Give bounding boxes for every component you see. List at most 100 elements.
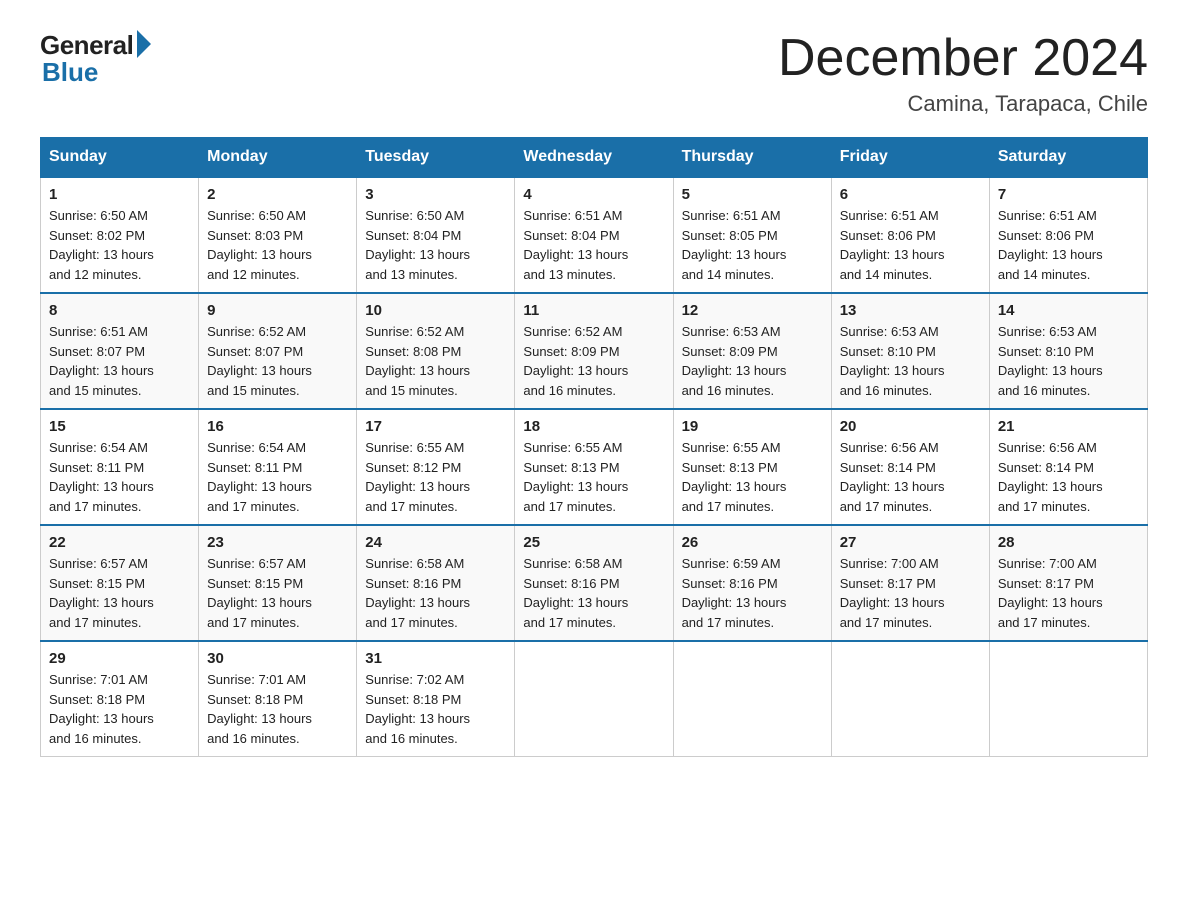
calendar-cell: 3 Sunrise: 6:50 AM Sunset: 8:04 PM Dayli… [357, 177, 515, 293]
day-info: Sunrise: 6:59 AM Sunset: 8:16 PM Dayligh… [682, 554, 823, 632]
calendar-cell: 24 Sunrise: 6:58 AM Sunset: 8:16 PM Dayl… [357, 525, 515, 641]
weekday-header-monday: Monday [199, 138, 357, 178]
day-number: 20 [840, 418, 981, 435]
day-number: 17 [365, 418, 506, 435]
day-number: 22 [49, 534, 190, 551]
day-info: Sunrise: 6:54 AM Sunset: 8:11 PM Dayligh… [207, 438, 348, 516]
day-info: Sunrise: 6:50 AM Sunset: 8:03 PM Dayligh… [207, 206, 348, 284]
calendar-week-row: 15 Sunrise: 6:54 AM Sunset: 8:11 PM Dayl… [41, 409, 1148, 525]
calendar-cell: 28 Sunrise: 7:00 AM Sunset: 8:17 PM Dayl… [989, 525, 1147, 641]
calendar-cell: 13 Sunrise: 6:53 AM Sunset: 8:10 PM Dayl… [831, 293, 989, 409]
calendar-cell: 8 Sunrise: 6:51 AM Sunset: 8:07 PM Dayli… [41, 293, 199, 409]
day-number: 23 [207, 534, 348, 551]
calendar-cell: 11 Sunrise: 6:52 AM Sunset: 8:09 PM Dayl… [515, 293, 673, 409]
calendar-cell: 19 Sunrise: 6:55 AM Sunset: 8:13 PM Dayl… [673, 409, 831, 525]
calendar-cell: 5 Sunrise: 6:51 AM Sunset: 8:05 PM Dayli… [673, 177, 831, 293]
day-number: 6 [840, 186, 981, 203]
calendar-cell: 30 Sunrise: 7:01 AM Sunset: 8:18 PM Dayl… [199, 641, 357, 757]
calendar-week-row: 22 Sunrise: 6:57 AM Sunset: 8:15 PM Dayl… [41, 525, 1148, 641]
day-info: Sunrise: 7:00 AM Sunset: 8:17 PM Dayligh… [998, 554, 1139, 632]
day-info: Sunrise: 6:51 AM Sunset: 8:06 PM Dayligh… [998, 206, 1139, 284]
calendar-cell: 2 Sunrise: 6:50 AM Sunset: 8:03 PM Dayli… [199, 177, 357, 293]
calendar-cell: 18 Sunrise: 6:55 AM Sunset: 8:13 PM Dayl… [515, 409, 673, 525]
day-number: 30 [207, 650, 348, 667]
day-info: Sunrise: 6:54 AM Sunset: 8:11 PM Dayligh… [49, 438, 190, 516]
day-number: 31 [365, 650, 506, 667]
day-number: 13 [840, 302, 981, 319]
day-info: Sunrise: 6:51 AM Sunset: 8:06 PM Dayligh… [840, 206, 981, 284]
day-number: 19 [682, 418, 823, 435]
day-number: 7 [998, 186, 1139, 203]
calendar-cell: 14 Sunrise: 6:53 AM Sunset: 8:10 PM Dayl… [989, 293, 1147, 409]
calendar-week-row: 1 Sunrise: 6:50 AM Sunset: 8:02 PM Dayli… [41, 177, 1148, 293]
day-info: Sunrise: 6:51 AM Sunset: 8:04 PM Dayligh… [523, 206, 664, 284]
day-number: 28 [998, 534, 1139, 551]
calendar-cell: 25 Sunrise: 6:58 AM Sunset: 8:16 PM Dayl… [515, 525, 673, 641]
day-info: Sunrise: 7:01 AM Sunset: 8:18 PM Dayligh… [207, 670, 348, 748]
day-info: Sunrise: 6:55 AM Sunset: 8:13 PM Dayligh… [682, 438, 823, 516]
calendar-cell: 31 Sunrise: 7:02 AM Sunset: 8:18 PM Dayl… [357, 641, 515, 757]
day-info: Sunrise: 6:56 AM Sunset: 8:14 PM Dayligh… [840, 438, 981, 516]
calendar-week-row: 8 Sunrise: 6:51 AM Sunset: 8:07 PM Dayli… [41, 293, 1148, 409]
page-header: General Blue December 2024 Camina, Tarap… [40, 30, 1148, 117]
day-info: Sunrise: 6:56 AM Sunset: 8:14 PM Dayligh… [998, 438, 1139, 516]
day-number: 18 [523, 418, 664, 435]
calendar-cell: 9 Sunrise: 6:52 AM Sunset: 8:07 PM Dayli… [199, 293, 357, 409]
calendar-cell: 20 Sunrise: 6:56 AM Sunset: 8:14 PM Dayl… [831, 409, 989, 525]
day-number: 8 [49, 302, 190, 319]
day-number: 12 [682, 302, 823, 319]
weekday-header-tuesday: Tuesday [357, 138, 515, 178]
day-info: Sunrise: 6:53 AM Sunset: 8:10 PM Dayligh… [840, 322, 981, 400]
day-number: 14 [998, 302, 1139, 319]
weekday-header-sunday: Sunday [41, 138, 199, 178]
day-info: Sunrise: 6:50 AM Sunset: 8:02 PM Dayligh… [49, 206, 190, 284]
weekday-header-thursday: Thursday [673, 138, 831, 178]
day-number: 24 [365, 534, 506, 551]
calendar-title: December 2024 [778, 30, 1148, 87]
day-number: 9 [207, 302, 348, 319]
day-number: 26 [682, 534, 823, 551]
calendar-cell: 27 Sunrise: 7:00 AM Sunset: 8:17 PM Dayl… [831, 525, 989, 641]
logo: General Blue [40, 30, 151, 88]
day-number: 15 [49, 418, 190, 435]
day-number: 3 [365, 186, 506, 203]
day-number: 4 [523, 186, 664, 203]
title-block: December 2024 Camina, Tarapaca, Chile [778, 30, 1148, 117]
calendar-cell: 23 Sunrise: 6:57 AM Sunset: 8:15 PM Dayl… [199, 525, 357, 641]
day-number: 11 [523, 302, 664, 319]
calendar-cell: 21 Sunrise: 6:56 AM Sunset: 8:14 PM Dayl… [989, 409, 1147, 525]
day-info: Sunrise: 6:58 AM Sunset: 8:16 PM Dayligh… [365, 554, 506, 632]
day-info: Sunrise: 6:53 AM Sunset: 8:09 PM Dayligh… [682, 322, 823, 400]
day-info: Sunrise: 6:52 AM Sunset: 8:07 PM Dayligh… [207, 322, 348, 400]
day-info: Sunrise: 6:51 AM Sunset: 8:05 PM Dayligh… [682, 206, 823, 284]
day-info: Sunrise: 6:55 AM Sunset: 8:13 PM Dayligh… [523, 438, 664, 516]
logo-triangle-icon [137, 30, 151, 58]
calendar-cell: 26 Sunrise: 6:59 AM Sunset: 8:16 PM Dayl… [673, 525, 831, 641]
weekday-header-saturday: Saturday [989, 138, 1147, 178]
weekday-header-row: SundayMondayTuesdayWednesdayThursdayFrid… [41, 138, 1148, 178]
day-info: Sunrise: 6:58 AM Sunset: 8:16 PM Dayligh… [523, 554, 664, 632]
day-info: Sunrise: 7:01 AM Sunset: 8:18 PM Dayligh… [49, 670, 190, 748]
calendar-cell: 12 Sunrise: 6:53 AM Sunset: 8:09 PM Dayl… [673, 293, 831, 409]
calendar-cell: 1 Sunrise: 6:50 AM Sunset: 8:02 PM Dayli… [41, 177, 199, 293]
calendar-cell: 6 Sunrise: 6:51 AM Sunset: 8:06 PM Dayli… [831, 177, 989, 293]
day-info: Sunrise: 6:50 AM Sunset: 8:04 PM Dayligh… [365, 206, 506, 284]
calendar-cell: 4 Sunrise: 6:51 AM Sunset: 8:04 PM Dayli… [515, 177, 673, 293]
day-info: Sunrise: 7:00 AM Sunset: 8:17 PM Dayligh… [840, 554, 981, 632]
calendar-cell: 7 Sunrise: 6:51 AM Sunset: 8:06 PM Dayli… [989, 177, 1147, 293]
day-info: Sunrise: 7:02 AM Sunset: 8:18 PM Dayligh… [365, 670, 506, 748]
day-number: 1 [49, 186, 190, 203]
day-info: Sunrise: 6:52 AM Sunset: 8:08 PM Dayligh… [365, 322, 506, 400]
day-info: Sunrise: 6:51 AM Sunset: 8:07 PM Dayligh… [49, 322, 190, 400]
day-number: 21 [998, 418, 1139, 435]
calendar-cell: 15 Sunrise: 6:54 AM Sunset: 8:11 PM Dayl… [41, 409, 199, 525]
day-info: Sunrise: 6:57 AM Sunset: 8:15 PM Dayligh… [207, 554, 348, 632]
calendar-cell [515, 641, 673, 757]
day-info: Sunrise: 6:53 AM Sunset: 8:10 PM Dayligh… [998, 322, 1139, 400]
calendar-cell [673, 641, 831, 757]
calendar-cell: 16 Sunrise: 6:54 AM Sunset: 8:11 PM Dayl… [199, 409, 357, 525]
calendar-cell: 17 Sunrise: 6:55 AM Sunset: 8:12 PM Dayl… [357, 409, 515, 525]
calendar-table: SundayMondayTuesdayWednesdayThursdayFrid… [40, 137, 1148, 757]
day-info: Sunrise: 6:55 AM Sunset: 8:12 PM Dayligh… [365, 438, 506, 516]
day-number: 2 [207, 186, 348, 203]
